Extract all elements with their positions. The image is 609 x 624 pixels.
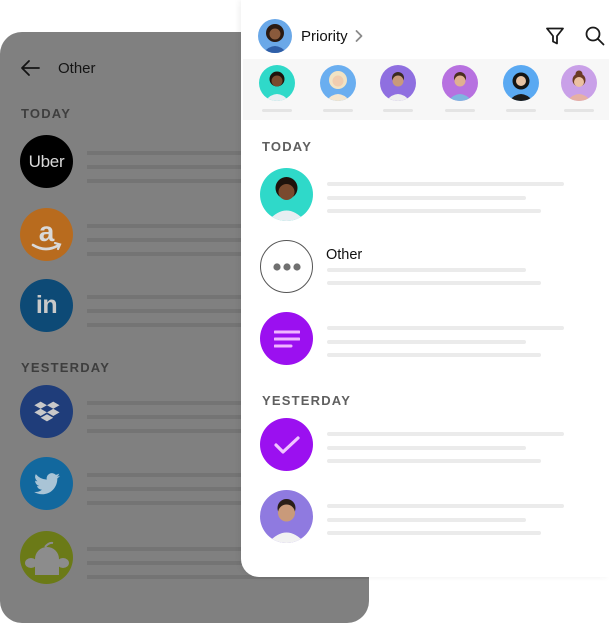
twitter-glyph bbox=[33, 472, 60, 494]
filter-icon[interactable] bbox=[544, 25, 566, 47]
contact-avatar bbox=[561, 65, 597, 101]
other-panel-title: Other bbox=[58, 59, 96, 77]
contact-name-placeholder bbox=[262, 109, 292, 112]
dots-glyph bbox=[272, 262, 301, 271]
chevron-right-icon[interactable] bbox=[354, 29, 364, 43]
section-label-yesterday: YESTERDAY bbox=[262, 393, 352, 408]
contact-avatar bbox=[260, 490, 313, 543]
person-avatar-icon bbox=[268, 177, 305, 221]
linkedin-logo-icon: in bbox=[20, 279, 73, 332]
twitter-logo-icon bbox=[20, 457, 73, 510]
list-item-person[interactable] bbox=[260, 168, 590, 222]
priority-contact[interactable] bbox=[380, 65, 416, 112]
amazon-logo-icon: a bbox=[20, 208, 73, 261]
priority-title[interactable]: Priority bbox=[301, 28, 348, 45]
person-avatar-icon bbox=[509, 72, 533, 101]
contact-name-placeholder bbox=[323, 109, 353, 112]
placeholder-line bbox=[327, 531, 541, 535]
check-glyph bbox=[273, 435, 300, 454]
uber-logo-text: Uber bbox=[28, 151, 65, 171]
priority-contacts-strip bbox=[243, 59, 609, 120]
other-panel-header: Other bbox=[18, 56, 96, 80]
list-item-notes[interactable] bbox=[260, 312, 590, 366]
amazon-glyph: a bbox=[31, 216, 62, 251]
checkmark-icon bbox=[260, 418, 313, 471]
person-avatar-icon bbox=[567, 70, 591, 101]
placeholder-line bbox=[327, 432, 564, 436]
placeholder-line bbox=[327, 196, 526, 200]
placeholder-line bbox=[327, 446, 526, 450]
placeholder-line bbox=[327, 281, 541, 285]
section-label-yesterday: YESTERDAY bbox=[21, 360, 111, 375]
placeholder-line bbox=[327, 459, 541, 463]
priority-header: Priority bbox=[258, 19, 609, 53]
linkedin-logo-text: in bbox=[35, 291, 58, 319]
notes-lines-icon bbox=[260, 312, 313, 365]
dropbox-glyph bbox=[33, 401, 60, 421]
placeholder-line bbox=[327, 353, 541, 357]
svg-text:a: a bbox=[39, 216, 55, 247]
uber-logo-icon: Uber bbox=[20, 135, 73, 188]
list-item-other[interactable]: Other bbox=[260, 240, 590, 294]
contact-avatar bbox=[320, 65, 356, 101]
surveymonkey-logo-icon bbox=[20, 531, 73, 584]
contact-name-placeholder bbox=[383, 109, 413, 112]
person-avatar-icon bbox=[265, 71, 289, 101]
placeholder-line bbox=[327, 326, 564, 330]
priority-contact[interactable] bbox=[320, 65, 356, 112]
surveymonkey-glyph bbox=[24, 541, 69, 575]
list-item-title: Other bbox=[326, 247, 363, 263]
person-avatar-icon bbox=[326, 71, 350, 101]
priority-panel: Priority TODAY Other YESTERDAY bbox=[241, 0, 609, 577]
contact-name-placeholder bbox=[445, 109, 475, 112]
section-label-today: TODAY bbox=[262, 139, 313, 154]
contact-name-placeholder bbox=[564, 109, 594, 112]
person-avatar-icon bbox=[448, 72, 472, 101]
contact-avatar bbox=[380, 65, 416, 101]
placeholder-line bbox=[327, 209, 541, 213]
profile-avatar[interactable] bbox=[258, 19, 292, 53]
contact-avatar bbox=[503, 65, 539, 101]
section-label-today: TODAY bbox=[21, 106, 72, 121]
search-icon[interactable] bbox=[583, 24, 607, 48]
list-item-person[interactable] bbox=[260, 490, 590, 544]
placeholder-line bbox=[327, 504, 564, 508]
priority-contact[interactable] bbox=[259, 65, 295, 112]
placeholder-line bbox=[327, 182, 564, 186]
placeholder-line bbox=[327, 518, 526, 522]
placeholder-line bbox=[327, 340, 526, 344]
person-avatar-icon bbox=[268, 499, 305, 543]
priority-contact[interactable] bbox=[442, 65, 478, 112]
placeholder-line bbox=[327, 268, 526, 272]
contact-avatar bbox=[259, 65, 295, 101]
contact-name-placeholder bbox=[506, 109, 536, 112]
arrow-left-icon[interactable] bbox=[18, 56, 42, 80]
priority-contact[interactable] bbox=[561, 65, 597, 112]
priority-contact[interactable] bbox=[503, 65, 539, 112]
more-dots-icon bbox=[260, 240, 313, 293]
dropbox-logo-icon bbox=[20, 385, 73, 438]
list-item-done[interactable] bbox=[260, 418, 590, 472]
person-avatar-icon bbox=[263, 24, 287, 53]
person-avatar-icon bbox=[386, 72, 410, 101]
contact-avatar bbox=[442, 65, 478, 101]
lines-glyph bbox=[273, 330, 300, 347]
contact-avatar bbox=[260, 168, 313, 221]
